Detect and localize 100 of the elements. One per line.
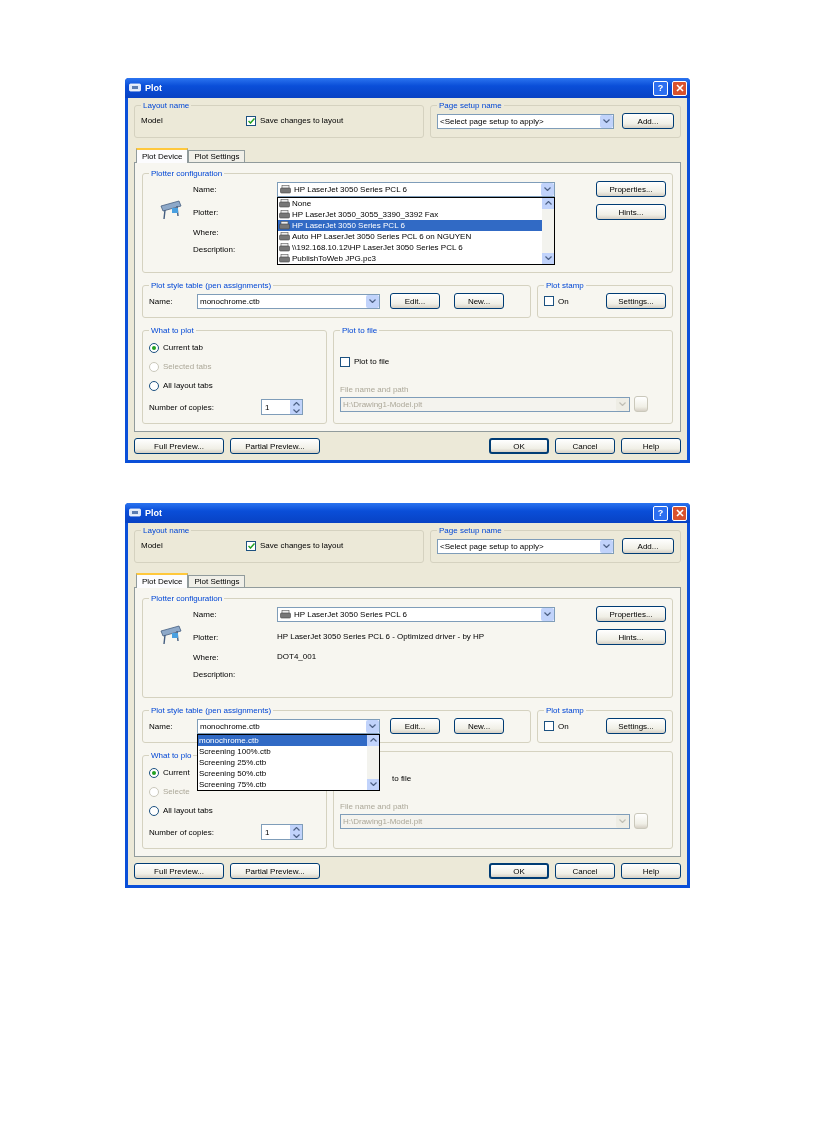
group-title: Plot stamp (545, 281, 585, 290)
field-label: Plotter: (193, 207, 220, 217)
radio-label: Selecte (163, 787, 190, 796)
field-label: Number of copies: (149, 827, 215, 837)
radio-label: Selected tabs (163, 362, 212, 371)
field-value: DOT4_001 (277, 652, 317, 662)
properties-button[interactable]: Properties... (596, 606, 666, 622)
checkbox[interactable] (544, 296, 554, 306)
tab[interactable]: Plot Device (136, 148, 189, 163)
help-button[interactable]: Help (621, 863, 681, 879)
field-label: Where: (193, 227, 220, 237)
field-label: Name: (193, 609, 218, 619)
printer-icon (279, 198, 290, 208)
page-setup-dropdown[interactable]: <Select page setup to apply> (437, 538, 614, 554)
field-label: Description: (193, 244, 237, 254)
checkbox[interactable] (246, 115, 256, 126)
layout-name: Model (141, 541, 164, 550)
new-button[interactable]: New... (454, 293, 504, 309)
edit-button[interactable]: Edit... (390, 293, 440, 309)
add-button[interactable]: Add... (622, 538, 674, 554)
checkmark-icon (247, 542, 255, 549)
radio-label: Current (163, 768, 190, 777)
help-button[interactable]: ? (653, 505, 668, 521)
settings-button[interactable]: Settings... (606, 718, 666, 734)
field-label: Number of copies: (149, 402, 215, 412)
checkbox[interactable] (246, 540, 256, 551)
printer-icon (280, 184, 291, 194)
printer-icon (279, 242, 290, 252)
group-title: Plot stamp (545, 706, 585, 715)
radio-button[interactable] (149, 805, 159, 816)
radio-label: Current tab (163, 343, 204, 352)
hints-button[interactable]: Hints... (596, 629, 666, 645)
field-label: Name: (193, 184, 218, 194)
group-title: Plotter configuration (150, 594, 224, 603)
list-option[interactable]: HP LaserJet 3050 Series PCL 6 (278, 219, 542, 231)
add-button[interactable]: Add... (622, 113, 674, 129)
cancel-button[interactable]: Cancel (555, 438, 615, 454)
close-button[interactable] (672, 80, 687, 96)
scrollbar[interactable] (542, 197, 554, 264)
printer-icon (279, 220, 290, 230)
partial-preview-button[interactable]: Partial Preview... (230, 438, 320, 454)
settings-button[interactable]: Settings... (606, 293, 666, 309)
plotter-name-dropdown[interactable]: HP LaserJet 3050 Series PCL 6 (277, 606, 555, 622)
hints-button[interactable]: Hints... (596, 204, 666, 220)
radio-button[interactable] (149, 767, 159, 778)
printer-icon (279, 209, 290, 219)
field-label: Name: (149, 721, 174, 731)
full-preview-button[interactable]: Full Preview... (134, 863, 224, 879)
tab[interactable]: Plot Settings (188, 150, 246, 163)
ok-button[interactable]: OK (489, 863, 549, 879)
page-setup-dropdown[interactable]: <Select page setup to apply> (437, 113, 614, 129)
group-title: Page setup name (438, 526, 503, 535)
copies-spinner[interactable]: 1 (261, 824, 303, 840)
edit-button[interactable]: Edit... (390, 718, 440, 734)
printer-icon (280, 609, 291, 619)
cancel-button[interactable]: Cancel (555, 863, 615, 879)
group-title: Plot style table (pen assignments) (150, 706, 273, 715)
close-icon (675, 84, 684, 92)
ok-button[interactable]: OK (489, 438, 549, 454)
group-title: Layout name (142, 101, 191, 110)
new-button[interactable]: New... (454, 718, 504, 734)
group-title: What to plot (150, 326, 195, 335)
field-value: HP LaserJet 3050 Series PCL 6 - Optimized driver - by HP (277, 632, 485, 642)
checkbox[interactable] (340, 356, 350, 367)
plotter-name-dropdown[interactable]: HP LaserJet 3050 Series PCL 6 (277, 181, 555, 197)
field-label: Plotter: (193, 632, 220, 642)
tab[interactable]: Plot Settings (188, 575, 246, 588)
checkbox-label: Plot to file (354, 357, 390, 366)
checkbox-label: On (558, 721, 570, 731)
radio-button[interactable] (149, 380, 159, 391)
field-label: File name and path (340, 802, 410, 811)
help-button[interactable]: ? (653, 80, 668, 96)
group-title: Plot style table (pen assignments) (150, 281, 273, 290)
close-icon (675, 509, 684, 517)
group-title: Plot to file (341, 326, 379, 335)
help-button[interactable]: Help (621, 438, 681, 454)
full-preview-button[interactable]: Full Preview... (134, 438, 224, 454)
group-title: What to plo (150, 751, 193, 760)
copies-spinner[interactable]: 1 (261, 399, 303, 415)
radio-button[interactable] (149, 342, 159, 353)
list-option[interactable]: monochrome.ctb (198, 734, 367, 746)
partial-preview-button[interactable]: Partial Preview... (230, 863, 320, 879)
close-button[interactable] (672, 505, 687, 521)
checkbox-label: Save changes to layout (260, 541, 344, 550)
field-label: Name: (149, 296, 174, 306)
field-label: Where: (193, 652, 220, 662)
properties-button[interactable]: Properties... (596, 181, 666, 197)
radio-label: All layout tabs (163, 806, 213, 815)
checkbox-label: Save changes to layout (260, 116, 344, 125)
printer-icon (279, 253, 290, 263)
checkmark-icon (247, 117, 255, 124)
group-title: Page setup name (438, 101, 503, 110)
plot-style-dropdown[interactable]: monochrome.ctb (197, 293, 380, 309)
tab[interactable]: Plot Device (136, 573, 189, 588)
checkbox[interactable] (544, 721, 554, 731)
plot-style-dropdown[interactable]: monochrome.ctb (197, 718, 380, 734)
field-label: File name and path (340, 385, 410, 394)
layout-name: Model (141, 116, 164, 125)
scrollbar[interactable] (367, 734, 379, 790)
group-title: Layout name (142, 526, 191, 535)
